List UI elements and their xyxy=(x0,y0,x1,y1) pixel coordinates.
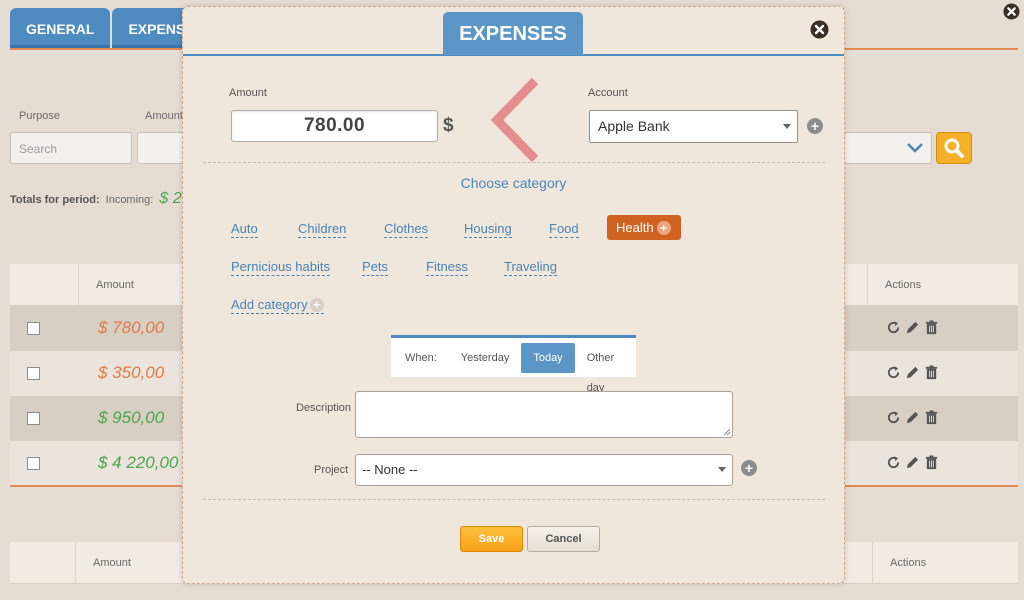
row-checkbox[interactable] xyxy=(27,367,40,380)
edit-icon xyxy=(906,366,919,379)
add-category-link[interactable]: Add category + xyxy=(231,297,324,314)
category-pernicious-habits[interactable]: Pernicious habits xyxy=(231,259,330,276)
currency-symbol: $ xyxy=(443,115,454,136)
edit-icon xyxy=(906,411,919,424)
chevron-down-icon xyxy=(906,141,924,159)
trash-icon xyxy=(925,365,938,380)
amount-input[interactable]: 780.00 xyxy=(231,110,438,142)
cancel-button[interactable]: Cancel xyxy=(527,526,600,552)
page-close-icon[interactable] xyxy=(1003,3,1020,25)
header-actions: Actions xyxy=(885,279,922,291)
row-amount: $ 350,00 xyxy=(98,363,165,382)
account-value: Apple Bank xyxy=(598,118,670,134)
close-icon[interactable] xyxy=(810,20,829,44)
resize-grip-icon xyxy=(723,428,731,436)
amount-filter-label: Amount xyxy=(145,110,183,122)
trash-icon xyxy=(925,410,938,425)
when-yesterday[interactable]: Yesterday xyxy=(449,343,522,373)
dropdown-arrow-icon xyxy=(783,124,791,129)
category-clothes[interactable]: Clothes xyxy=(384,221,429,238)
refresh-icon xyxy=(887,411,900,424)
amount-label: Amount xyxy=(229,87,267,99)
category-traveling[interactable]: Traveling xyxy=(504,259,557,276)
when-label: When: xyxy=(405,351,437,364)
trash-icon xyxy=(925,455,938,470)
trash-icon xyxy=(925,320,938,335)
edit-icon xyxy=(906,321,919,334)
description-textarea[interactable] xyxy=(355,391,733,438)
category-auto[interactable]: Auto xyxy=(231,221,258,238)
when-other-day[interactable]: Other day xyxy=(575,343,636,394)
when-selector: When: Yesterday Today Other day xyxy=(391,335,636,394)
totals-label: Totals for period: xyxy=(10,194,100,206)
dropdown-arrow-icon xyxy=(718,467,726,472)
column-divider xyxy=(75,542,76,584)
row-actions[interactable] xyxy=(886,365,939,380)
row-amount: $ 780,00 xyxy=(98,318,165,337)
plus-icon: + xyxy=(656,220,671,235)
add-project-icon[interactable]: + xyxy=(741,460,757,476)
choose-category-heading: Choose category xyxy=(460,175,567,191)
add-category-label: Add category xyxy=(231,297,308,312)
header-amount: Amount xyxy=(93,557,131,569)
category-housing[interactable]: Housing xyxy=(464,221,512,238)
category-pets[interactable]: Pets xyxy=(362,259,389,276)
refresh-icon xyxy=(887,321,900,334)
when-today[interactable]: Today xyxy=(521,342,575,373)
save-button[interactable]: Save xyxy=(460,526,523,552)
search-input[interactable]: Search xyxy=(10,132,132,164)
column-divider xyxy=(872,542,873,584)
header-actions: Actions xyxy=(890,557,927,569)
totals-bar: Totals for period: Incoming: $ 24 xyxy=(10,190,190,208)
refresh-icon xyxy=(887,366,900,379)
refresh-icon xyxy=(887,456,900,469)
search-icon xyxy=(944,138,964,158)
row-checkbox[interactable] xyxy=(27,322,40,335)
category-food[interactable]: Food xyxy=(549,221,579,238)
plus-icon: + xyxy=(309,297,324,312)
row-actions[interactable] xyxy=(886,410,939,425)
add-account-icon[interactable]: + xyxy=(807,118,823,134)
divider xyxy=(203,499,825,500)
expenses-modal: EXPENSES Amount 780.00 $ Account Apple B… xyxy=(182,6,845,584)
category-health-label: Health xyxy=(616,220,654,235)
project-select[interactable]: -- None -- xyxy=(355,454,733,486)
category-health[interactable]: Health + xyxy=(607,215,681,240)
amount-filter-input[interactable] xyxy=(137,132,187,164)
row-amount: $ 950,00 xyxy=(98,408,165,427)
row-actions[interactable] xyxy=(886,455,939,470)
search-button[interactable] xyxy=(936,132,972,164)
row-checkbox[interactable] xyxy=(27,457,40,470)
incoming-label: Incoming: xyxy=(105,194,154,206)
row-checkbox[interactable] xyxy=(27,412,40,425)
tab-general[interactable]: GENERAL xyxy=(10,8,111,48)
chevron-left-icon xyxy=(487,77,543,168)
edit-icon xyxy=(906,456,919,469)
category-children[interactable]: Children xyxy=(298,221,347,238)
row-actions[interactable] xyxy=(886,320,939,335)
purpose-label: Purpose xyxy=(19,110,60,122)
category-fitness[interactable]: Fitness xyxy=(426,259,468,276)
column-divider xyxy=(867,264,868,306)
modal-title: EXPENSES xyxy=(443,12,583,55)
row-amount: $ 4 220,00 xyxy=(98,453,179,472)
column-divider xyxy=(78,264,79,306)
divider xyxy=(203,162,825,163)
account-label: Account xyxy=(588,87,628,99)
account-select[interactable]: Apple Bank xyxy=(589,110,798,143)
project-label: Project xyxy=(314,464,349,476)
project-value: -- None -- xyxy=(362,462,418,477)
description-label: Description xyxy=(296,402,352,414)
header-amount: Amount xyxy=(96,279,134,291)
